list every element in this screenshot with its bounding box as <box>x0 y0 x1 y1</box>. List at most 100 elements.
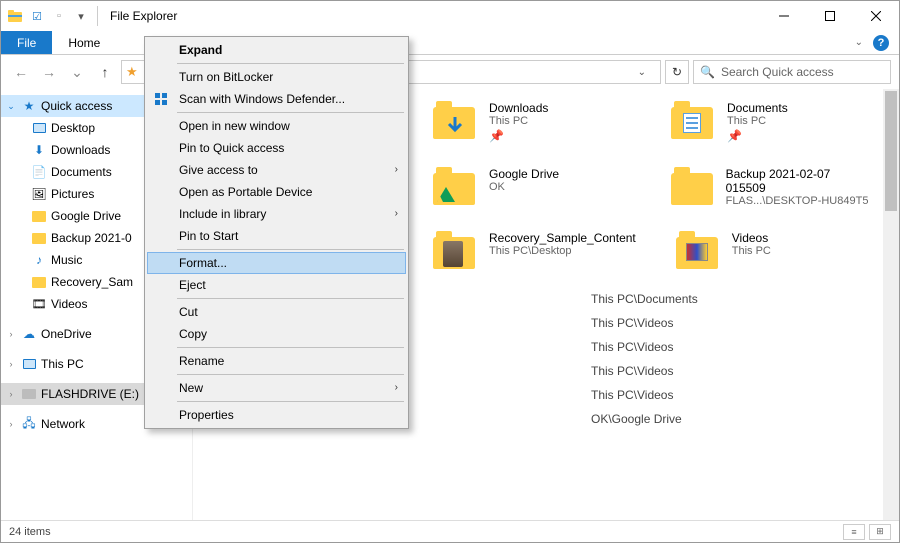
icons-view-button[interactable]: ⊞ <box>869 524 891 540</box>
window-controls <box>761 1 899 31</box>
folder-name: Downloads <box>489 101 548 115</box>
menu-label: Eject <box>179 278 206 292</box>
videos-icon: 🎞 <box>31 296 47 312</box>
folder-tile[interactable]: Google DriveOK <box>433 167 631 207</box>
scrollbar[interactable] <box>883 89 899 520</box>
star-icon: ★ <box>126 64 138 80</box>
tab-file[interactable]: File <box>1 31 52 54</box>
qat-customize-icon[interactable]: ▾ <box>71 6 91 26</box>
pictures-icon: 🖼 <box>31 186 47 202</box>
folder-icon <box>671 167 714 207</box>
folder-icon <box>31 274 47 290</box>
file-location: This PC\Videos <box>591 316 673 330</box>
minimize-button[interactable] <box>761 1 807 31</box>
nav-back-button[interactable]: ← <box>9 60 33 84</box>
menu-label: Expand <box>179 43 222 57</box>
ctx-defender[interactable]: Scan with Windows Defender... <box>147 88 406 110</box>
sidebar-item-label: Network <box>41 417 85 431</box>
ctx-give-access[interactable]: Give access to› <box>147 159 406 181</box>
sidebar-item-label: Downloads <box>51 143 110 157</box>
window-title: File Explorer <box>110 9 177 23</box>
menu-label: Rename <box>179 354 224 368</box>
folder-location: This PC <box>727 115 788 127</box>
separator <box>177 249 404 250</box>
chevron-right-icon[interactable]: › <box>5 359 17 369</box>
sidebar-item-label: Desktop <box>51 121 95 135</box>
music-icon: ♪ <box>31 252 47 268</box>
ctx-rename[interactable]: Rename <box>147 350 406 372</box>
ctx-expand[interactable]: Expand <box>147 39 406 61</box>
folder-tile[interactable]: Recovery_Sample_ContentThis PC\Desktop <box>433 231 636 271</box>
network-icon: 🖧 <box>21 416 37 432</box>
search-input[interactable]: 🔍 Search Quick access <box>693 60 891 84</box>
nav-up-button[interactable]: ↑ <box>93 60 117 84</box>
file-location: This PC\Documents <box>591 292 698 306</box>
ctx-new[interactable]: New› <box>147 377 406 399</box>
nav-history-button[interactable]: ⌄ <box>65 60 89 84</box>
details-view-button[interactable]: ≡ <box>843 524 865 540</box>
ctx-properties[interactable]: Properties <box>147 404 406 426</box>
menu-label: Pin to Start <box>179 229 238 243</box>
folder-location: This PC <box>732 245 771 257</box>
download-icon: ⬇ <box>31 142 47 158</box>
chevron-right-icon[interactable]: › <box>5 389 17 399</box>
menu-label: Properties <box>179 408 234 422</box>
folder-icon <box>433 167 477 207</box>
pin-icon: 📌 <box>489 127 548 143</box>
ctx-include-library[interactable]: Include in library› <box>147 203 406 225</box>
folder-name: Backup 2021-02-07 015509 <box>726 167 869 195</box>
close-button[interactable] <box>853 1 899 31</box>
ribbon-expand-icon[interactable]: ⌄ <box>855 37 863 48</box>
scrollbar-thumb[interactable] <box>885 91 897 211</box>
refresh-button[interactable]: ↻ <box>665 60 689 84</box>
ctx-eject[interactable]: Eject <box>147 274 406 296</box>
search-icon: 🔍 <box>700 65 715 79</box>
nav-forward-button[interactable]: → <box>37 60 61 84</box>
sidebar-item-label: OneDrive <box>41 327 92 341</box>
ctx-bitlocker[interactable]: Turn on BitLocker <box>147 66 406 88</box>
search-placeholder: Search Quick access <box>721 65 834 79</box>
folder-location: This PC <box>489 115 548 127</box>
qat-properties-icon[interactable]: ☑ <box>27 6 47 26</box>
chevron-right-icon[interactable]: › <box>5 329 17 339</box>
sidebar-item-label: Pictures <box>51 187 94 201</box>
tab-home[interactable]: Home <box>52 31 116 54</box>
sidebar-item-label: This PC <box>41 357 84 371</box>
menu-label: Open as Portable Device <box>179 185 312 199</box>
sidebar-item-label: Recovery_Sam <box>51 275 133 289</box>
separator <box>97 6 98 26</box>
menu-label: New <box>179 381 203 395</box>
chevron-right-icon: › <box>395 164 398 175</box>
folder-name: Documents <box>727 101 788 115</box>
chevron-right-icon[interactable]: › <box>5 419 17 429</box>
folder-icon <box>433 101 477 141</box>
folder-tile[interactable]: VideosThis PC <box>676 231 869 271</box>
menu-label: Copy <box>179 327 207 341</box>
ctx-pin-start[interactable]: Pin to Start <box>147 225 406 247</box>
ctx-copy[interactable]: Copy <box>147 323 406 345</box>
folder-tile[interactable]: Backup 2021-02-07 015509FLAS...\DESKTOP-… <box>671 167 869 207</box>
separator <box>177 401 404 402</box>
ctx-portable-device[interactable]: Open as Portable Device <box>147 181 406 203</box>
status-bar: 24 items ≡ ⊞ <box>1 520 899 542</box>
chevron-down-icon[interactable]: ⌄ <box>5 101 17 112</box>
address-dropdown-icon[interactable]: ⌄ <box>628 67 656 78</box>
title-bar: ☑ ▫ ▾ File Explorer <box>1 1 899 31</box>
drive-icon <box>22 389 36 399</box>
folder-icon <box>31 208 47 224</box>
folder-location: OK <box>489 181 559 193</box>
menu-label: Include in library <box>179 207 266 221</box>
folder-tile[interactable]: DownloadsThis PC📌 <box>433 101 631 143</box>
folder-icon <box>31 230 47 246</box>
menu-label: Scan with Windows Defender... <box>179 92 345 106</box>
ctx-format[interactable]: Format... <box>147 252 406 274</box>
ctx-cut[interactable]: Cut <box>147 301 406 323</box>
ctx-open-new-window[interactable]: Open in new window <box>147 115 406 137</box>
help-icon[interactable]: ? <box>873 35 889 51</box>
maximize-button[interactable] <box>807 1 853 31</box>
ctx-pin-quick-access[interactable]: Pin to Quick access <box>147 137 406 159</box>
folder-tile[interactable]: DocumentsThis PC📌 <box>671 101 869 143</box>
menu-label: Format... <box>179 256 227 270</box>
folder-icon <box>433 231 477 271</box>
qat-new-folder-icon[interactable]: ▫ <box>49 6 69 26</box>
